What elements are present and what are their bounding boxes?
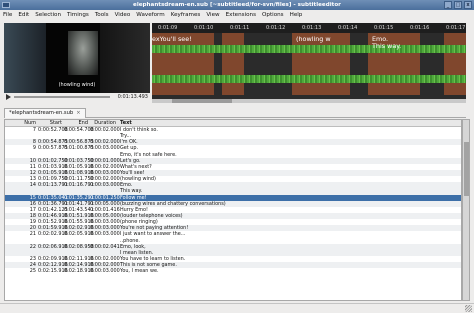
menu-help[interactable]: Help bbox=[287, 10, 306, 21]
table-row[interactable]: 25 0:02:15.916 0:02:18.916 0:00:03.000 You, … bbox=[5, 268, 461, 275]
video-subtitle-overlay: (howling wind) bbox=[57, 82, 97, 88]
menu-timings[interactable]: Timings bbox=[64, 10, 92, 21]
table-scrollbar[interactable] bbox=[462, 119, 470, 301]
menu-edit[interactable]: Edit bbox=[15, 10, 32, 21]
waveform-label: (howling w bbox=[296, 35, 331, 43]
subtitle-segment[interactable] bbox=[222, 33, 244, 95]
video-controls: 0:01:13.493 bbox=[4, 93, 150, 101]
cell: 25 bbox=[29, 268, 36, 275]
ruler-label: 0:01:16 bbox=[410, 25, 430, 31]
waveform-view[interactable]: 0:01:09 0:01:10 0:01:11 0:01:12 0:01:13 … bbox=[152, 23, 466, 99]
menu-bar: File Edit Selection Timings Tools Video … bbox=[0, 10, 474, 21]
tab-elephantsdream[interactable]: *elephantsdream-en.sub × bbox=[4, 108, 86, 118]
seek-slider[interactable] bbox=[14, 96, 110, 98]
cell: 0:02:15.916 bbox=[38, 268, 68, 275]
menu-selection[interactable]: Selection bbox=[32, 10, 64, 21]
close-button[interactable]: x bbox=[464, 1, 472, 9]
window-title: elephantsdream-en.sub [~subtitleed/for-s… bbox=[133, 2, 341, 8]
close-tab-icon[interactable]: × bbox=[76, 110, 80, 116]
table-header: Num Start End Duration Text bbox=[5, 120, 461, 127]
waveform-scrollbar[interactable] bbox=[152, 99, 466, 103]
ruler-label: 0:01:14 bbox=[338, 25, 358, 31]
video-player[interactable]: (howling wind) bbox=[4, 23, 150, 93]
column-header[interactable] bbox=[5, 120, 14, 126]
waveform-label: Emo. This way. bbox=[372, 35, 402, 50]
column-header[interactable]: Duration bbox=[90, 120, 120, 126]
title-bar: elephantsdream-en.sub [~subtitleed/for-s… bbox=[0, 0, 474, 10]
menu-keyframes[interactable]: Keyframes bbox=[168, 10, 204, 21]
menu-view[interactable]: View bbox=[203, 10, 222, 21]
cell bbox=[5, 268, 14, 274]
app-window: elephantsdream-en.sub [~subtitleed/for-s… bbox=[0, 0, 474, 313]
cell: 0:00:03.000 bbox=[90, 268, 120, 275]
resize-grip[interactable] bbox=[465, 305, 472, 312]
subtitle-table: Num Start End Duration Text 7 0:00:52.708… bbox=[4, 119, 462, 301]
waveform-channel-1 bbox=[152, 45, 466, 53]
column-header[interactable]: End bbox=[64, 120, 90, 126]
ruler-label: 0:01:10 bbox=[194, 25, 214, 31]
cell-text: You, I mean we. bbox=[120, 268, 159, 275]
menu-tools[interactable]: Tools bbox=[92, 10, 112, 21]
ruler-label: 0:01:09 bbox=[158, 25, 178, 31]
status-bar bbox=[0, 303, 474, 313]
video-figure bbox=[68, 31, 98, 75]
menu-file[interactable]: File bbox=[0, 10, 15, 21]
waveform-label: exYou'll see! bbox=[152, 35, 192, 43]
table-body: 7 0:00:52.708 0:00:54.708 0:00:02.000 I don'… bbox=[5, 127, 461, 275]
ruler-label: 0:01:17 bbox=[446, 25, 466, 31]
ruler-label: 0:01:11 bbox=[230, 25, 250, 31]
ruler-label: 0:01:12 bbox=[266, 25, 286, 31]
menu-video[interactable]: Video bbox=[112, 10, 134, 21]
app-icon bbox=[2, 2, 10, 8]
column-header[interactable]: Num bbox=[14, 120, 38, 126]
time-ruler: 0:01:09 0:01:10 0:01:11 0:01:12 0:01:13 … bbox=[152, 23, 466, 33]
ruler-label: 0:01:15 bbox=[374, 25, 394, 31]
ruler-label: 0:01:13 bbox=[302, 25, 322, 31]
waveform-channel-2 bbox=[152, 75, 466, 83]
menu-extensions[interactable]: Extensions bbox=[223, 10, 259, 21]
subtitle-segment[interactable] bbox=[444, 33, 466, 95]
scrollbar-thumb[interactable] bbox=[172, 99, 232, 103]
document-tabs: *elephantsdream-en.sub × bbox=[4, 107, 466, 118]
column-header[interactable]: Start bbox=[38, 120, 64, 126]
window-controls: _ □ x bbox=[444, 1, 472, 9]
menu-waveform[interactable]: Waveform bbox=[133, 10, 167, 21]
column-header[interactable]: Text bbox=[120, 120, 461, 126]
maximize-button[interactable]: □ bbox=[454, 1, 462, 9]
scrollbar-thumb[interactable] bbox=[464, 142, 469, 196]
minimize-button[interactable]: _ bbox=[444, 1, 452, 9]
menu-options[interactable]: Options bbox=[259, 10, 287, 21]
video-time: 0:01:13.493 bbox=[117, 94, 148, 100]
cell: 0:02:18.916 bbox=[64, 268, 94, 275]
play-icon[interactable] bbox=[6, 94, 11, 100]
